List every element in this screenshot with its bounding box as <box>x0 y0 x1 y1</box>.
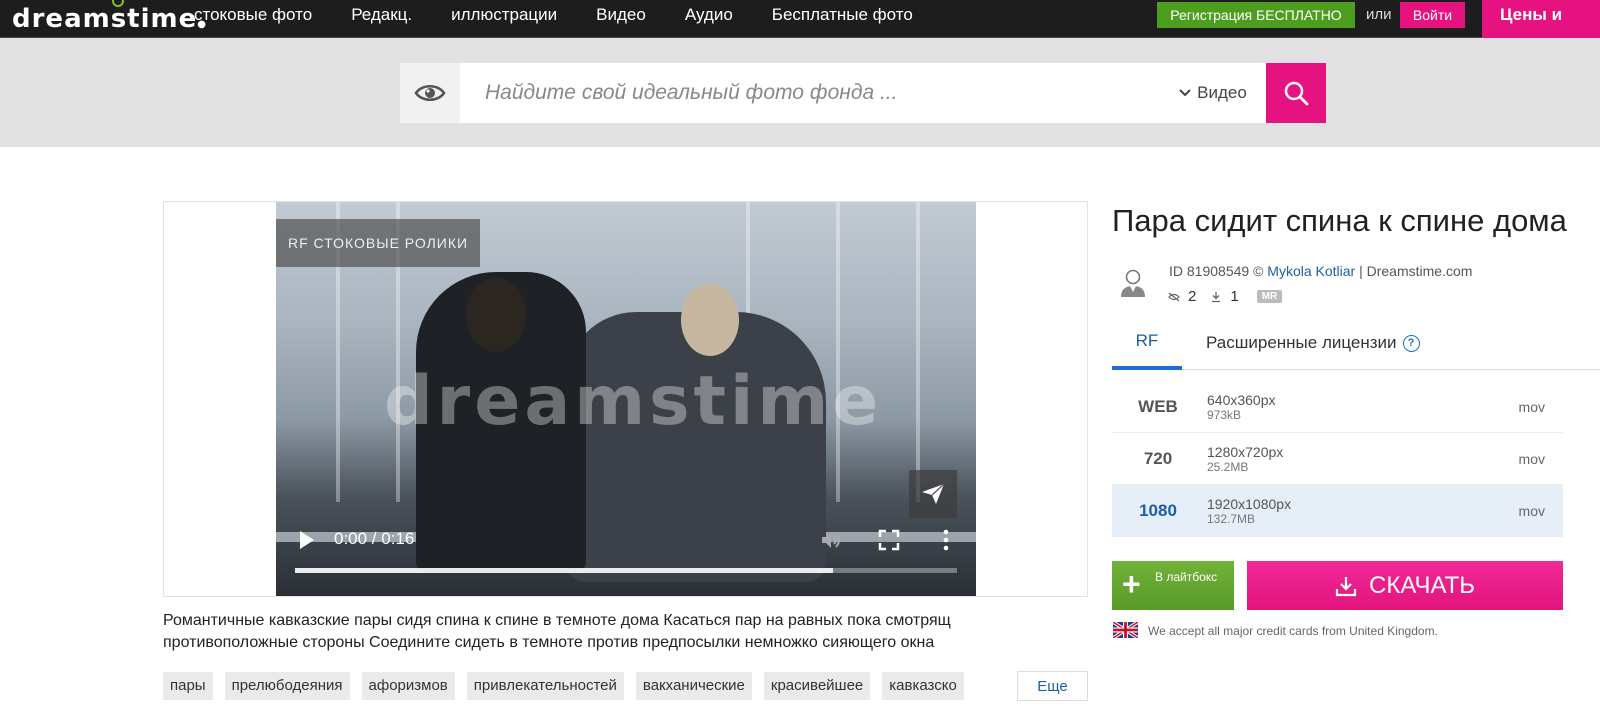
size-dimensions: 640x360px <box>1207 392 1276 408</box>
send-icon <box>922 483 945 504</box>
downloads-count: 1 <box>1230 288 1239 305</box>
size-option-web[interactable]: WEB 640x360px 973kB mov <box>1112 381 1563 433</box>
tag-item[interactable]: привлекательностей <box>466 672 624 700</box>
views-count: 2 <box>1188 288 1197 305</box>
video-description: Романтичные кавказские пары сидя спина к… <box>163 612 951 651</box>
play-icon[interactable] <box>298 530 316 550</box>
license-tabs: RF Расширенные лицензии ? <box>1112 320 1600 370</box>
plus-icon: + <box>1122 566 1141 602</box>
eye-icon <box>414 85 446 101</box>
size-dimensions: 1920x1080px <box>1207 496 1292 512</box>
video-controls: 0:00 / 0:16 <box>276 518 976 596</box>
volume-muted-icon[interactable] <box>819 528 843 552</box>
keyword-tags: пары прелюбодеяния афоризмов привлекател… <box>163 672 964 700</box>
nav-free-photos[interactable]: Бесплатные фото <box>772 5 913 25</box>
tab-extended-label: Расширенные лицензии <box>1206 333 1397 352</box>
lightbox-label: В лайтбокс <box>1155 570 1218 584</box>
register-free-button[interactable]: Регистрация БЕСПЛАТНО <box>1157 2 1355 28</box>
size-name: WEB <box>1138 397 1178 416</box>
item-stats: 2 1 MR <box>1168 288 1283 305</box>
nav-audio[interactable]: Аудио <box>685 5 733 25</box>
views-icon <box>1168 292 1180 301</box>
share-button[interactable] <box>909 470 957 518</box>
search-button[interactable] <box>1266 63 1326 123</box>
tag-item[interactable]: вакханические <box>635 672 752 700</box>
item-id: ID 81908549 © <box>1169 263 1264 279</box>
help-icon[interactable]: ? <box>1402 334 1420 352</box>
video-player[interactable]: dreamstime RF СТОКОВЫЕ РОЛИКИ 0:00 / 0:1… <box>276 202 976 596</box>
download-label: СКАЧАТЬ <box>1369 571 1475 599</box>
item-title: Пара сидит спина к спине дома <box>1112 203 1567 238</box>
logo-text: dreamstime <box>12 4 198 34</box>
site-suffix: | Dreamstime.com <box>1359 263 1473 279</box>
search-icon <box>1284 81 1309 106</box>
more-tags-button[interactable]: Еще <box>1017 671 1088 701</box>
tab-extended-licenses[interactable]: Расширенные лицензии ? <box>1206 320 1420 370</box>
nav-stock-photos[interactable]: стоковые фото <box>194 5 312 25</box>
size-options: WEB 640x360px 973kB mov 720 1280x720px 2… <box>1112 381 1563 537</box>
curtain-decor <box>836 202 840 502</box>
dreamstime-watermark: dreamstime <box>384 362 883 441</box>
size-option-720[interactable]: 720 1280x720px 25.2MB mov <box>1112 433 1563 485</box>
media-type-select[interactable]: Видео <box>1160 63 1266 123</box>
uk-flag-icon <box>1113 622 1138 638</box>
nav-video[interactable]: Видео <box>596 5 646 25</box>
search-band: Видео <box>0 38 1600 147</box>
video-time: 0:00 / 0:16 <box>334 529 415 548</box>
media-type-value: Видео <box>1197 83 1247 102</box>
nav-editorial[interactable]: Редакц. <box>351 5 412 25</box>
tag-item[interactable]: красивейшее <box>763 672 871 700</box>
size-filesize: 132.7MB <box>1207 512 1256 526</box>
tag-item[interactable]: прелюбодеяния <box>224 672 350 700</box>
prices-button[interactable]: Цены и <box>1482 0 1600 38</box>
nav-illustrations[interactable]: иллюстрации <box>451 5 557 25</box>
man-head <box>466 277 526 352</box>
video-progress-fill <box>295 568 834 573</box>
download-icon <box>1335 576 1357 596</box>
author-link[interactable]: Mykola Kotliar <box>1267 263 1355 279</box>
dreamstime-logo[interactable]: dreamstime● <box>12 0 207 34</box>
visual-search-button[interactable] <box>400 63 460 123</box>
model-release-badge: MR <box>1256 290 1283 303</box>
size-format: mov <box>1518 399 1545 415</box>
rf-stock-footage-badge: RF СТОКОВЫЕ РОЛИКИ <box>276 219 480 267</box>
more-options-icon[interactable] <box>936 528 956 552</box>
fullscreen-icon[interactable] <box>877 528 901 552</box>
tag-item[interactable]: кавказско <box>882 672 964 700</box>
payment-note: We accept all major credit cards from Un… <box>1148 624 1438 638</box>
author-avatar-icon[interactable] <box>1119 268 1147 298</box>
size-format: mov <box>1518 503 1545 519</box>
tag-item[interactable]: афоризмов <box>361 672 455 700</box>
size-filesize: 973kB <box>1207 408 1242 422</box>
tab-rf[interactable]: RF <box>1112 320 1182 370</box>
search-input[interactable] <box>460 63 1160 123</box>
top-navigation-bar: dreamstime● стоковые фото Редакц. иллюст… <box>0 0 1600 38</box>
item-meta-line: ID 81908549 © Mykola Kotliar | Dreamstim… <box>1169 263 1472 279</box>
size-format: mov <box>1518 451 1545 467</box>
or-text: или <box>1366 6 1392 23</box>
download-count-icon <box>1212 291 1221 302</box>
size-filesize: 25.2MB <box>1207 460 1249 474</box>
main-nav: стоковые фото Редакц. иллюстрации Видео … <box>194 5 952 25</box>
download-button[interactable]: СКАЧАТЬ <box>1247 561 1563 610</box>
tag-item[interactable]: пары <box>163 672 213 700</box>
size-option-1080[interactable]: 1080 1920x1080px 132.7MB mov <box>1112 485 1563 537</box>
login-button[interactable]: Войти <box>1400 2 1465 28</box>
size-name: 1080 <box>1139 501 1177 520</box>
curtain-decor <box>916 202 920 502</box>
size-name: 720 <box>1143 449 1173 468</box>
size-dimensions: 1280x720px <box>1207 444 1284 460</box>
chevron-down-icon <box>1179 89 1191 97</box>
add-to-lightbox-button[interactable]: + В лайтбокс <box>1112 561 1234 610</box>
video-progress-bar[interactable] <box>295 568 957 573</box>
woman-head <box>681 284 739 356</box>
